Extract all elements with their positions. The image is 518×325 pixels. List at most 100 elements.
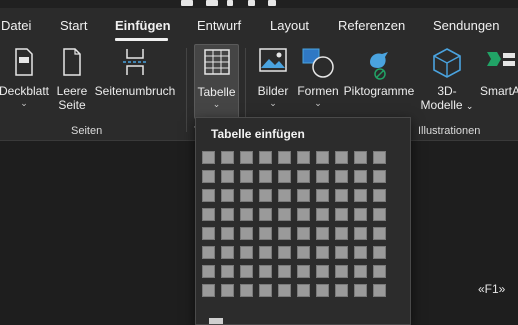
table-grid-cell[interactable] bbox=[240, 170, 253, 183]
table-grid-cell[interactable] bbox=[373, 151, 386, 164]
table-grid-cell[interactable] bbox=[335, 265, 348, 278]
tab-entwurf[interactable]: Entwurf bbox=[197, 18, 241, 33]
table-grid-cell[interactable] bbox=[316, 170, 329, 183]
formen-button[interactable]: Formen ⌄ bbox=[296, 44, 340, 116]
table-grid-cell[interactable] bbox=[278, 170, 291, 183]
table-grid-cell[interactable] bbox=[202, 151, 215, 164]
table-grid-cell[interactable] bbox=[335, 208, 348, 221]
table-grid-cell[interactable] bbox=[221, 227, 234, 240]
table-grid-cell[interactable] bbox=[278, 151, 291, 164]
table-grid-cell[interactable] bbox=[221, 151, 234, 164]
table-grid-cell[interactable] bbox=[354, 227, 367, 240]
table-grid-cell[interactable] bbox=[278, 208, 291, 221]
table-grid-cell[interactable] bbox=[221, 284, 234, 297]
table-grid-cell[interactable] bbox=[373, 170, 386, 183]
table-grid-cell[interactable] bbox=[278, 284, 291, 297]
table-grid-cell[interactable] bbox=[316, 265, 329, 278]
quick-access-icon[interactable] bbox=[248, 0, 255, 6]
table-grid-cell[interactable] bbox=[259, 284, 272, 297]
table-grid-cell[interactable] bbox=[259, 265, 272, 278]
3d-modelle-button[interactable]: 3D- Modelle ⌄ bbox=[418, 44, 476, 116]
table-grid-cell[interactable] bbox=[202, 265, 215, 278]
deckblatt-button[interactable]: Deckblatt ⌄ bbox=[0, 44, 52, 116]
table-grid-cell[interactable] bbox=[297, 151, 310, 164]
table-grid-cell[interactable] bbox=[316, 284, 329, 297]
table-grid-cell[interactable] bbox=[354, 265, 367, 278]
table-grid-cell[interactable] bbox=[221, 246, 234, 259]
quick-access-icon[interactable] bbox=[268, 0, 276, 6]
table-grid-cell[interactable] bbox=[335, 170, 348, 183]
table-grid-cell[interactable] bbox=[240, 265, 253, 278]
quick-access-icon[interactable] bbox=[181, 0, 193, 6]
table-grid-cell[interactable] bbox=[259, 246, 272, 259]
bilder-button[interactable]: Bilder ⌄ bbox=[254, 44, 292, 116]
seitenumbruch-button[interactable]: Seitenumbruch bbox=[92, 44, 178, 116]
table-grid-cell[interactable] bbox=[335, 227, 348, 240]
table-grid-cell[interactable] bbox=[354, 151, 367, 164]
table-grid-cell[interactable] bbox=[297, 170, 310, 183]
table-grid-cell[interactable] bbox=[335, 284, 348, 297]
table-grid-cell[interactable] bbox=[259, 151, 272, 164]
table-grid-cell[interactable] bbox=[354, 284, 367, 297]
table-grid-cell[interactable] bbox=[373, 189, 386, 202]
table-grid-cell[interactable] bbox=[297, 189, 310, 202]
table-grid-cell[interactable] bbox=[316, 208, 329, 221]
table-grid-cell[interactable] bbox=[335, 246, 348, 259]
table-grid-cell[interactable] bbox=[354, 208, 367, 221]
table-grid-cell[interactable] bbox=[240, 189, 253, 202]
table-grid-cell[interactable] bbox=[373, 208, 386, 221]
table-grid-cell[interactable] bbox=[354, 189, 367, 202]
table-grid-cell[interactable] bbox=[240, 208, 253, 221]
table-grid-cell[interactable] bbox=[354, 170, 367, 183]
tab-start[interactable]: Start bbox=[60, 18, 87, 33]
table-grid-cell[interactable] bbox=[335, 189, 348, 202]
table-grid-cell[interactable] bbox=[373, 265, 386, 278]
quick-access-icon[interactable] bbox=[227, 0, 233, 6]
smartart-button[interactable]: SmartA bbox=[478, 44, 518, 116]
table-grid-cell[interactable] bbox=[202, 208, 215, 221]
table-grid-cell[interactable] bbox=[221, 265, 234, 278]
table-grid-cell[interactable] bbox=[297, 208, 310, 221]
table-grid-cell[interactable] bbox=[240, 284, 253, 297]
table-grid-cell[interactable] bbox=[278, 227, 291, 240]
table-grid-cell[interactable] bbox=[259, 170, 272, 183]
table-grid-cell[interactable] bbox=[202, 170, 215, 183]
table-grid-cell[interactable] bbox=[316, 227, 329, 240]
table-grid-cell[interactable] bbox=[221, 189, 234, 202]
table-grid-cell[interactable] bbox=[373, 246, 386, 259]
table-grid-cell[interactable] bbox=[373, 227, 386, 240]
quick-access-icon[interactable] bbox=[206, 0, 218, 6]
tab-einfuegen[interactable]: Einfügen bbox=[115, 18, 171, 33]
table-grid-cell[interactable] bbox=[202, 227, 215, 240]
table-grid-cell[interactable] bbox=[240, 227, 253, 240]
merge-field[interactable]: «F1» bbox=[478, 282, 505, 296]
tab-referenzen[interactable]: Referenzen bbox=[338, 18, 405, 33]
table-grid-cell[interactable] bbox=[297, 227, 310, 240]
tab-layout[interactable]: Layout bbox=[270, 18, 309, 33]
table-grid-cell[interactable] bbox=[297, 284, 310, 297]
table-grid-cell[interactable] bbox=[240, 246, 253, 259]
table-grid-cell[interactable] bbox=[221, 170, 234, 183]
menu-item-icon[interactable] bbox=[209, 318, 223, 324]
table-grid-cell[interactable] bbox=[354, 246, 367, 259]
table-grid-cell[interactable] bbox=[316, 246, 329, 259]
table-grid-cell[interactable] bbox=[221, 208, 234, 221]
table-grid-cell[interactable] bbox=[297, 246, 310, 259]
table-grid-cell[interactable] bbox=[278, 265, 291, 278]
table-grid-cell[interactable] bbox=[278, 246, 291, 259]
piktogramme-button[interactable]: Piktogramme bbox=[342, 44, 416, 116]
table-grid-cell[interactable] bbox=[278, 189, 291, 202]
leere-seite-button[interactable]: Leere Seite bbox=[56, 44, 88, 116]
table-grid-cell[interactable] bbox=[316, 151, 329, 164]
table-grid-cell[interactable] bbox=[202, 246, 215, 259]
table-grid-cell[interactable] bbox=[335, 151, 348, 164]
tab-sendungen[interactable]: Sendungen bbox=[433, 18, 500, 33]
table-grid-cell[interactable] bbox=[202, 284, 215, 297]
table-grid-cell[interactable] bbox=[373, 284, 386, 297]
table-grid-cell[interactable] bbox=[316, 189, 329, 202]
table-grid-cell[interactable] bbox=[240, 151, 253, 164]
table-grid-cell[interactable] bbox=[202, 189, 215, 202]
table-grid-cell[interactable] bbox=[259, 189, 272, 202]
tabelle-button[interactable]: Tabelle ⌄ bbox=[194, 44, 239, 119]
table-grid-cell[interactable] bbox=[259, 208, 272, 221]
